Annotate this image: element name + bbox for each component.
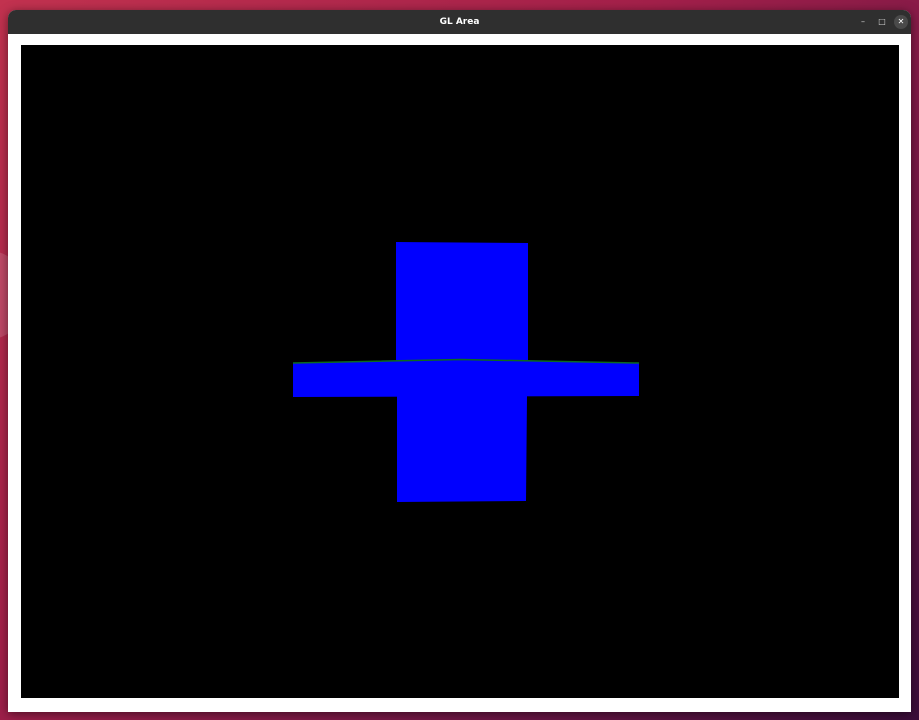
window-title: GL Area [439,17,480,27]
minimize-icon: – [861,17,865,26]
close-icon: ✕ [897,17,905,26]
gl-scene [21,45,899,698]
desktop-background: GL Area – □ ✕ [0,0,919,720]
window-content [8,34,911,712]
cross-vertical-lower [397,396,527,502]
cross-vertical-upper [396,242,528,361]
close-button[interactable]: ✕ [894,15,908,29]
cross-horizontal-bar [293,360,639,397]
maximize-button[interactable]: □ [875,15,889,29]
gl-area-canvas[interactable] [21,45,899,698]
minimize-button[interactable]: – [856,15,870,29]
title-bar[interactable]: GL Area – □ ✕ [8,10,911,34]
app-window: GL Area – □ ✕ [8,10,911,712]
maximize-icon: □ [878,17,886,26]
